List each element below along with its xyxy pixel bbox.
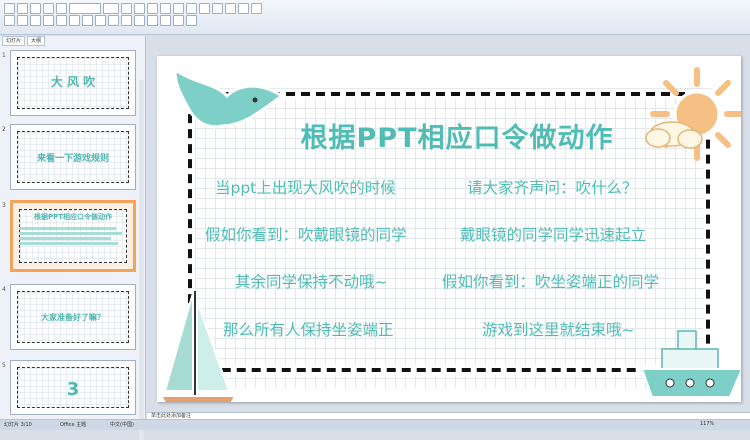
shrink-font-icon[interactable] <box>134 3 145 14</box>
panel-tabs: 幻灯片 大纲 <box>2 36 46 46</box>
align-center-icon[interactable] <box>121 15 132 26</box>
thumb-number: 2 <box>2 126 6 133</box>
tab-outline[interactable]: 大纲 <box>27 36 46 46</box>
open-icon[interactable] <box>17 3 28 14</box>
slide-editor: 根据PPT相应口令做动作 当ppt上出现大风吹的时候 请大家齐声问：吹什么？ 假… <box>147 36 750 419</box>
indent-icon[interactable] <box>173 3 184 14</box>
thumb-number: 4 <box>2 286 6 293</box>
numbering-icon[interactable] <box>160 3 171 14</box>
paste-icon[interactable] <box>4 15 15 26</box>
toolbar-row-1 <box>4 3 262 14</box>
thumb-title: 3 <box>66 379 80 400</box>
thumb-number: 3 <box>2 202 6 209</box>
status-bar: 幻灯片 3/10 Office 主题 中文(中国) 117% <box>0 419 750 430</box>
thumb-title: 大 风 吹 <box>50 75 96 89</box>
rule-line-1[interactable]: 当ppt上出现大风吹的时候 <box>215 176 396 198</box>
thumb-title: 根据PPT相应口令做动作 <box>33 213 113 221</box>
shape-fill-icon[interactable] <box>238 3 249 14</box>
ship-icon <box>640 330 741 398</box>
font-size-select[interactable] <box>103 3 119 14</box>
rule-line-2[interactable]: 请大家齐声问：吹什么？ <box>467 176 638 198</box>
print-icon[interactable] <box>43 3 54 14</box>
select-icon[interactable] <box>186 15 197 26</box>
save-icon[interactable] <box>30 3 41 14</box>
align-right-icon[interactable] <box>134 15 145 26</box>
grow-font-icon[interactable] <box>121 3 132 14</box>
slide-thumb-5[interactable]: 3 <box>10 360 136 415</box>
underline-icon[interactable] <box>69 15 80 26</box>
bold-icon[interactable] <box>43 15 54 26</box>
align-left-icon[interactable] <box>108 15 119 26</box>
slides-panel: 幻灯片 大纲 1 大 风 吹 2 来看一下游戏规则 3 根据PPT相应口令做动作… <box>0 36 146 440</box>
thumb-number: 1 <box>2 52 6 59</box>
thumb-body-lines <box>19 225 127 247</box>
slide-thumb-2[interactable]: 来看一下游戏规则 <box>10 124 136 190</box>
sailboat-icon <box>159 291 237 402</box>
bullets-icon[interactable] <box>147 3 158 14</box>
thumb-title: 大家准备好了嘛？ <box>41 313 105 322</box>
cut-icon[interactable] <box>17 15 28 26</box>
arrange-icon[interactable] <box>212 3 223 14</box>
slide-title[interactable]: 根据PPT相应口令做动作 <box>197 116 717 155</box>
slide-thumb-1[interactable]: 大 风 吹 <box>10 50 136 116</box>
tab-slides[interactable]: 幻灯片 <box>2 36 26 46</box>
shapes-icon[interactable] <box>199 3 210 14</box>
rule-line-5[interactable]: 其余同学保持不动哦~ <box>235 270 388 292</box>
panel-scrollbar[interactable] <box>139 80 144 440</box>
justify-icon[interactable] <box>147 15 158 26</box>
quick-style-icon[interactable] <box>225 3 236 14</box>
ribbon-toolbar <box>0 0 750 35</box>
rule-line-4[interactable]: 戴眼镜的同学同学迅速起立 <box>460 223 646 245</box>
slide-thumb-3[interactable]: 根据PPT相应口令做动作 <box>10 200 136 272</box>
outdent-icon[interactable] <box>186 3 197 14</box>
thumb-title: 来看一下游戏规则 <box>36 154 109 164</box>
status-slide-count: 幻灯片 3/10 <box>4 422 32 428</box>
status-language: 中文(中国) <box>110 422 134 428</box>
thumb-number: 5 <box>2 362 6 369</box>
font-color-icon[interactable] <box>95 15 106 26</box>
italic-icon[interactable] <box>56 15 67 26</box>
slide-canvas[interactable]: 根据PPT相应口令做动作 当ppt上出现大风吹的时候 请大家齐声问：吹什么？ 假… <box>157 56 741 402</box>
font-select[interactable] <box>69 3 101 14</box>
rule-line-8[interactable]: 游戏到这里就结束哦~ <box>482 318 635 340</box>
strike-icon[interactable] <box>82 15 93 26</box>
slide-thumb-4[interactable]: 大家准备好了嘛？ <box>10 284 136 350</box>
status-zoom[interactable]: 117% <box>700 421 714 427</box>
rule-line-7[interactable]: 那么所有人保持坐姿端正 <box>223 318 394 340</box>
rule-line-6[interactable]: 假如你看到：吹坐姿端正的同学 <box>442 270 659 292</box>
undo-icon[interactable] <box>56 3 67 14</box>
status-theme: Office 主题 <box>60 422 87 428</box>
replace-icon[interactable] <box>173 15 184 26</box>
text-direction-icon[interactable] <box>160 15 171 26</box>
toolbar-row-2 <box>4 15 197 26</box>
new-icon[interactable] <box>4 3 15 14</box>
copy-icon[interactable] <box>30 15 41 26</box>
rule-line-3[interactable]: 假如你看到：吹戴眼镜的同学 <box>205 223 407 245</box>
find-icon[interactable] <box>251 3 262 14</box>
